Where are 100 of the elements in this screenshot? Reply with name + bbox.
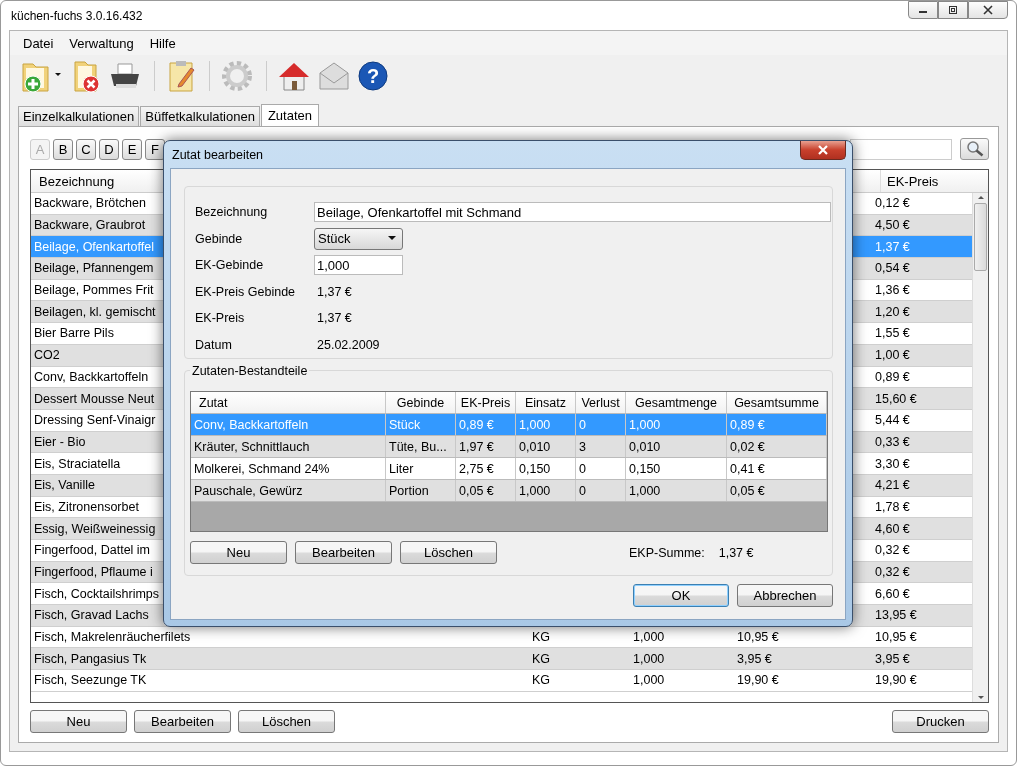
field-value: 1,37 €: [316, 284, 352, 299]
table-cell: Kräuter, Schnittlauch: [191, 436, 386, 457]
table-cell: 0: [576, 458, 626, 479]
search-field[interactable]: [850, 138, 952, 160]
table-row[interactable]: Pauschale, Gewürz Portion 0,05 € 1,000 0 1,000 0,05 €: [191, 480, 827, 502]
table-cell: 0,150: [516, 458, 576, 479]
table-cell-text: 10,95 €: [874, 630, 917, 645]
close-button[interactable]: [968, 1, 1008, 19]
table-cell: Fisch, Makrelenräucherfilets: [34, 630, 191, 645]
table-cell: Fisch, Gravad Lachs: [34, 608, 149, 623]
column-header[interactable]: Gesamtsumme: [727, 392, 827, 413]
tab[interactable]: Zutaten: [260, 104, 319, 126]
table-cell: Beilage, Pommes Frit: [34, 283, 154, 298]
column-header[interactable]: Verlust: [576, 392, 626, 413]
table-cell: Conv, Backkartoffeln: [34, 369, 149, 384]
print-button[interactable]: Drucken: [892, 710, 989, 733]
close-icon: [983, 5, 993, 15]
close-icon: [817, 145, 829, 155]
scrollbar[interactable]: [972, 193, 988, 702]
letter-button[interactable]: B: [53, 138, 73, 160]
table-cell: Fisch, Cocktailshrimps: [34, 586, 160, 601]
table-cell: 1,000: [626, 480, 727, 501]
table-cell-text: 1,55 €: [874, 326, 910, 341]
column-header[interactable]: Gebinde: [386, 392, 456, 413]
table-cell-text: 0,12 €: [874, 196, 910, 211]
table-cell: 0: [576, 414, 626, 435]
dropdown[interactable]: Stück: [314, 227, 403, 250]
search-icon: [965, 141, 984, 157]
column-header[interactable]: EK-Preis: [880, 170, 988, 192]
group-title: Zutaten-Bestandteile: [190, 364, 310, 378]
table-cell-text: 1,20 €: [874, 304, 910, 319]
table-cell: 1,000: [626, 414, 727, 435]
help-icon[interactable]: ?: [357, 58, 389, 94]
dialog-title: Zutat bearbeiten: [172, 147, 264, 162]
dialog-button[interactable]: OK: [633, 584, 729, 607]
table-cell-text: 1,37 €: [874, 239, 910, 254]
table-cell-text: 1,36 €: [874, 283, 910, 298]
table-cell: 10,95 €: [737, 630, 779, 645]
table-cell: 2,75 €: [456, 458, 516, 479]
action-button[interactable]: Neu: [30, 710, 127, 733]
action-button[interactable]: Bearbeiten: [295, 541, 392, 564]
column-header[interactable]: Zutat: [191, 392, 386, 413]
table-cell: KG: [532, 630, 551, 645]
field-value: 25.02.2009: [316, 337, 380, 352]
maximize-button[interactable]: [938, 1, 968, 19]
column-header[interactable]: Gesamtmenge: [626, 392, 727, 413]
menu-item[interactable]: Verwaltung: [61, 35, 142, 51]
table-cell: 0,010: [516, 436, 576, 457]
table-cell-text: 0,32 €: [874, 543, 910, 558]
action-button[interactable]: Bearbeiten: [134, 710, 231, 733]
action-button[interactable]: Neu: [190, 541, 287, 564]
table-cell: Essig, Weißweinessig: [34, 521, 156, 536]
table-cell: Eier - Bio: [34, 434, 86, 449]
table-cell: Fingerfood, Pflaume i: [34, 565, 153, 580]
field-label: Datum: [195, 337, 233, 352]
table-cell: 0,05 €: [727, 480, 827, 501]
letter-button[interactable]: D: [99, 138, 119, 160]
letter-button[interactable]: F: [145, 138, 165, 160]
column-header[interactable]: Einsatz: [516, 392, 576, 413]
table-row[interactable]: Kräuter, Schnittlauch Tüte, Bu... 1,97 € 0,010 3 0,010 0,02 €: [191, 436, 827, 458]
field-label: EK-Preis: [195, 311, 246, 326]
table-cell-text: 0,54 €: [874, 261, 910, 276]
scroll-thumb[interactable]: [974, 203, 987, 271]
minimize-button[interactable]: [908, 1, 938, 19]
table-cell: 0,89 €: [456, 414, 516, 435]
table-cell-text: 4,21 €: [874, 478, 910, 493]
tab[interactable]: Büffetkalkulationen: [140, 106, 260, 126]
input-field[interactable]: 1,000: [314, 255, 403, 276]
column-header[interactable]: EK-Preis: [456, 392, 516, 413]
letter-button[interactable]: E: [122, 138, 142, 160]
tab[interactable]: Einzelkalkulationen: [18, 106, 140, 126]
table-cell: 0,41 €: [727, 458, 827, 479]
table-cell: Stück: [386, 414, 456, 435]
table-cell-text: 4,60 €: [874, 521, 910, 536]
menu-item[interactable]: Datei: [15, 35, 62, 51]
action-button[interactable]: Löschen: [400, 541, 497, 564]
search-button[interactable]: [960, 138, 989, 160]
table-row[interactable]: Molkerei, Schmand 24% Liter 2,75 € 0,150 0 0,150 0,41 €: [191, 458, 827, 480]
table-cell: Molkerei, Schmand 24%: [191, 458, 386, 479]
table-cell: KG: [532, 673, 551, 688]
table-row[interactable]: Fisch, Pangasius Tk KG 1,000 3,95 € 3,95 €: [31, 648, 972, 671]
table-cell: Eis, Straciatella: [34, 456, 121, 471]
letter-button[interactable]: C: [76, 138, 96, 160]
close-button[interactable]: [800, 141, 846, 160]
dialog-button[interactable]: Abbrechen: [737, 584, 833, 607]
table-cell: 19,90 €: [737, 673, 779, 688]
table-cell-text: 1,78 €: [874, 499, 910, 514]
input-field[interactable]: Beilage, Ofenkartoffel mit Schmand: [314, 202, 831, 223]
table-cell: 0,02 €: [727, 436, 827, 457]
menu-item[interactable]: Hilfe: [141, 35, 184, 51]
table-cell: Eis, Vanille: [34, 478, 95, 493]
table-cell: 1,000: [633, 651, 665, 666]
table-cell: 1,000: [633, 630, 665, 645]
table-cell: 3: [576, 436, 626, 457]
action-button[interactable]: Löschen: [238, 710, 335, 733]
table-cell: Dessert Mousse Neut: [34, 391, 155, 406]
table-cell: Fisch, Pangasius Tk: [34, 651, 147, 666]
table-cell-text: 1,00 €: [874, 348, 910, 363]
table-cell: CO2: [34, 348, 60, 363]
table-cell: 0,010: [626, 436, 727, 457]
